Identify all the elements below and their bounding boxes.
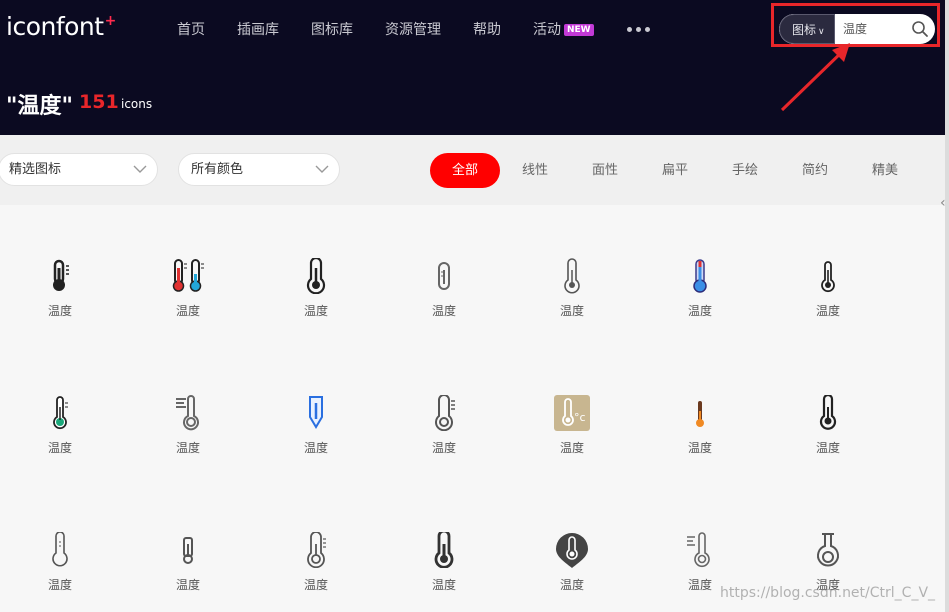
icon-card[interactable]: 温度 — [788, 395, 868, 475]
thermometer-icon — [696, 401, 704, 427]
top-header: iconfont+ 首页 插画库 图标库 资源管理 帮助 活动NEW 图标∨ "… — [0, 0, 949, 135]
icon-card[interactable]: °c 温度 — [532, 395, 612, 475]
icon-card[interactable]: 温度 — [148, 258, 228, 338]
icon-label: 温度 — [815, 304, 840, 318]
nav-home[interactable]: 首页 — [177, 19, 205, 39]
thermometer-icon — [438, 262, 450, 290]
thermometer-icon — [819, 395, 837, 430]
icon-card[interactable]: 温度 — [20, 395, 100, 475]
nav-activities[interactable]: 活动 NEW — [533, 19, 594, 39]
annotation-arrow — [780, 43, 850, 112]
iconfont-logo[interactable]: iconfont+ — [6, 12, 116, 41]
thermometer-icon — [821, 261, 835, 293]
thermometer-icon — [306, 258, 326, 294]
thermometer-icon — [693, 259, 707, 293]
tab-linear[interactable]: 线性 — [500, 153, 570, 188]
icon-label: 温度 — [815, 441, 840, 455]
icon-label: 温度 — [303, 441, 328, 455]
icon-grid: 温度 温度 温度 温度 温度 温度 温度 温度 温度 温度 温度 °c 温度 温… — [0, 205, 945, 612]
icon-card[interactable]: 温度 — [532, 532, 612, 612]
results-title: "温度" — [6, 94, 73, 119]
thermometer-icon — [176, 395, 199, 431]
icon-card[interactable]: 温度 — [660, 395, 740, 475]
tab-all[interactable]: 全部 — [430, 153, 500, 188]
icon-label: 温度 — [175, 578, 200, 592]
nav-icon-library[interactable]: 图标库 — [311, 19, 353, 39]
chevron-down-icon — [133, 165, 147, 173]
icon-card[interactable]: 温度 — [148, 532, 228, 612]
icon-card[interactable]: 温度 — [20, 258, 100, 338]
icon-card[interactable]: 温度 — [532, 258, 612, 338]
more-dots-icon[interactable] — [627, 20, 654, 36]
color-select[interactable]: 所有颜色 — [178, 153, 340, 186]
icon-label: 温度 — [47, 304, 72, 318]
thermometer-icon — [434, 532, 454, 568]
thermometer-icon — [53, 396, 68, 430]
icon-card[interactable]: 温度 — [404, 258, 484, 338]
new-badge: NEW — [564, 24, 594, 36]
icon-card[interactable]: 温度 — [276, 258, 356, 338]
tab-simple[interactable]: 简约 — [780, 153, 850, 188]
icon-label: 温度 — [687, 441, 712, 455]
celsius-thermometer-icon: °c — [554, 395, 590, 431]
thermometer-icon — [435, 395, 455, 431]
thermometer-icon — [817, 533, 839, 567]
tab-flat[interactable]: 扁平 — [640, 153, 710, 188]
chevron-down-icon — [315, 165, 329, 173]
svg-text:°c: °c — [574, 411, 586, 424]
thermometer-icon — [307, 532, 326, 568]
icon-label: 温度 — [47, 578, 72, 592]
nav-illustrations[interactable]: 插画库 — [237, 19, 279, 39]
thermometer-icon — [687, 532, 710, 568]
thermometer-icon — [53, 259, 69, 291]
filter-bar: 精选图标 所有颜色 全部 线性 面性 扁平 手绘 简约 精美 — [0, 135, 945, 205]
nav-resource-management[interactable]: 资源管理 — [385, 19, 441, 39]
icon-label: 温度 — [559, 441, 584, 455]
thermometer-icon — [309, 396, 323, 429]
icon-label: 温度 — [431, 578, 456, 592]
icon-label: 温度 — [175, 304, 200, 318]
icon-label: 温度 — [559, 304, 584, 318]
icon-label: 温度 — [559, 578, 584, 592]
icon-card[interactable]: 温度 — [788, 258, 868, 338]
dual-thermometer-icon — [172, 259, 204, 292]
results-count-label: icons — [121, 97, 153, 111]
icon-label: 温度 — [431, 304, 456, 318]
thermometer-icon — [183, 537, 193, 564]
tab-handdrawn[interactable]: 手绘 — [710, 153, 780, 188]
thermometer-icon — [564, 258, 580, 294]
scrollbar[interactable] — [945, 0, 949, 612]
tab-exquisite[interactable]: 精美 — [850, 153, 920, 188]
icon-label: 温度 — [175, 441, 200, 455]
thermometer-icon — [52, 532, 68, 567]
nav-help[interactable]: 帮助 — [473, 19, 501, 39]
icon-card[interactable]: 温度 — [276, 532, 356, 612]
tab-filled[interactable]: 面性 — [570, 153, 640, 188]
icon-label: 温度 — [687, 304, 712, 318]
icon-label: 温度 — [47, 441, 72, 455]
results-count: 151 — [79, 91, 119, 113]
icon-card[interactable]: 温度 — [276, 395, 356, 475]
icon-label: 温度 — [431, 441, 456, 455]
icon-card[interactable]: 温度 — [148, 395, 228, 475]
icon-card[interactable]: 温度 — [20, 532, 100, 612]
icon-label: 温度 — [303, 304, 328, 318]
thermometer-pin-icon — [556, 533, 588, 568]
icon-card[interactable]: 温度 — [404, 532, 484, 612]
icon-type-select[interactable]: 精选图标 — [0, 153, 158, 186]
icon-card[interactable]: 温度 — [404, 395, 484, 475]
icon-card[interactable]: 温度 — [660, 258, 740, 338]
watermark-text: https://blog.csdn.net/Ctrl_C_V_ — [720, 585, 936, 601]
icon-label: 温度 — [303, 578, 328, 592]
